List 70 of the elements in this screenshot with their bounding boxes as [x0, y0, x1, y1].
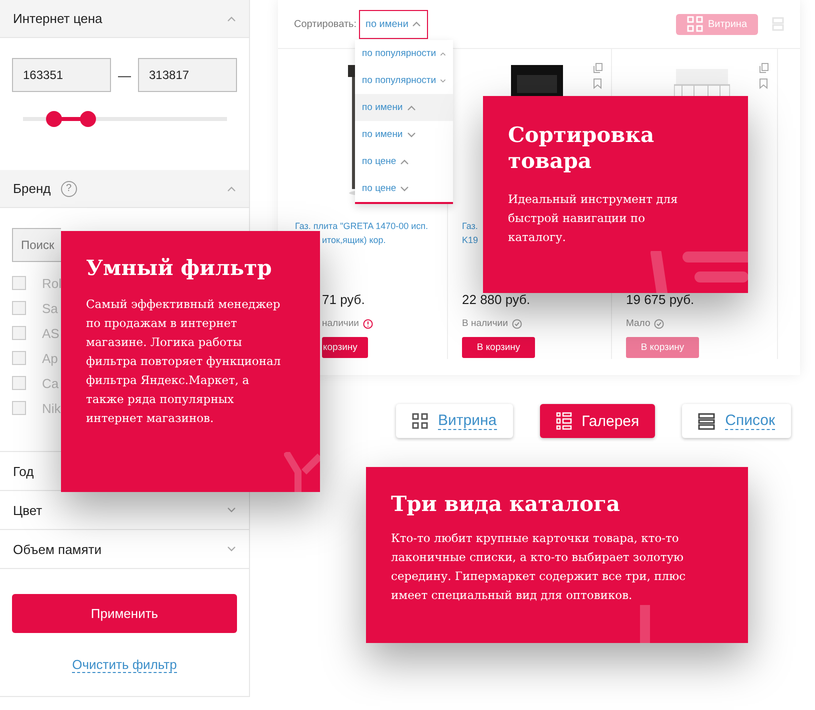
- brand-label: Sa: [42, 300, 58, 316]
- gallery-icon: [556, 412, 572, 430]
- card-title: Умный фильтр: [86, 255, 273, 281]
- price-from-field[interactable]: 163351: [12, 58, 111, 92]
- slider-thumb[interactable]: [80, 111, 96, 127]
- copy-icon[interactable]: [759, 63, 769, 73]
- checkbox[interactable]: [12, 301, 26, 315]
- showcase-button[interactable]: Витрина: [676, 14, 758, 34]
- product-name[interactable]: Газ. плита "GRETA 1470-00 исп.: [295, 221, 428, 231]
- product-price: 71 руб.: [322, 292, 365, 307]
- product-name[interactable]: Газ.: [462, 221, 478, 231]
- stock-status: В наличии: [462, 318, 508, 329]
- brand-label: Rol: [42, 276, 62, 290]
- card-title: Три вида каталога: [391, 491, 621, 517]
- stock-status: наличии: [322, 318, 359, 329]
- checkbox[interactable]: [12, 376, 26, 390]
- brand-label: AS: [42, 326, 60, 340]
- grid-icon: [412, 413, 428, 429]
- sort-option[interactable]: по имени: [355, 121, 453, 148]
- card-text: Идеальный инструмент для быстрой навигации по каталогу.: [508, 191, 679, 246]
- sort-option[interactable]: по имени: [355, 94, 453, 121]
- brand-label: Nik: [42, 400, 61, 416]
- brand-label: Ca: [42, 376, 59, 390]
- price-slider[interactable]: [23, 111, 227, 127]
- product-name[interactable]: иток,ящик) кор.: [322, 235, 386, 245]
- slider-thumb[interactable]: [46, 111, 62, 127]
- sort-dropdown[interactable]: по имени: [358, 10, 428, 38]
- card-title: Сортировка товара: [508, 122, 656, 174]
- card-text: Самый эффективный менеджер по продажам в интернет магазине. Логика работы фильтра повторяет функционал фильтра Яндекс.Маркет, а также ряда популярных интернет магазинов.: [86, 296, 281, 427]
- add-to-cart-button[interactable]: В корзину: [462, 337, 535, 358]
- section-title: Бренд: [13, 181, 51, 196]
- section-title[interactable]: Объем памяти: [13, 542, 102, 556]
- sort-option[interactable]: по цене: [355, 175, 453, 202]
- view-button[interactable]: Витрина: [396, 404, 513, 438]
- add-to-cart-button[interactable]: В корзину: [626, 337, 699, 358]
- sort-option[interactable]: по цене: [355, 148, 453, 175]
- list-icon: [698, 412, 716, 430]
- stock-status: Мало: [626, 318, 650, 329]
- sort-option[interactable]: по популярности: [355, 40, 453, 67]
- sort-option[interactable]: по популярности: [355, 67, 453, 94]
- checkbox[interactable]: [12, 326, 26, 340]
- section-title[interactable]: Цвет: [13, 502, 42, 518]
- copy-icon[interactable]: [593, 63, 603, 73]
- list-lines-icon: [648, 251, 748, 293]
- help-icon[interactable]: ?: [60, 180, 77, 196]
- clear-filter-link[interactable]: Очистить фильтр: [72, 657, 177, 673]
- section-header[interactable]: Бренд ?: [0, 170, 249, 208]
- card-text: Кто-то любит крупные карточки товара, кто-то лаконичные списки, а кто-то выбирает золотую середину. Гипермаркет содержит все три, плюс имеет специальный вид для оптовиков.: [391, 530, 687, 604]
- product-price: 19 675 руб.: [626, 292, 694, 307]
- price-to-field[interactable]: 313817: [138, 58, 237, 92]
- checkbox[interactable]: [12, 276, 26, 290]
- checkbox[interactable]: [12, 401, 26, 415]
- view-button[interactable]: Галерея: [540, 404, 656, 438]
- checkbox[interactable]: [12, 351, 26, 365]
- list-icon[interactable]: [772, 17, 784, 31]
- brand-label: Ap: [42, 350, 58, 366]
- search-field[interactable]: Поиск: [12, 228, 61, 262]
- section-header[interactable]: Интернет цена: [0, 0, 249, 38]
- view-button[interactable]: Список: [682, 404, 792, 438]
- product-price: 22 880 руб.: [462, 292, 530, 307]
- section-title: Интернет цена: [13, 11, 102, 26]
- sort-label: Сортировать:: [294, 18, 357, 30]
- product-name[interactable]: K19: [462, 235, 478, 245]
- bookmark-icon[interactable]: [759, 78, 768, 89]
- add-to-cart-button[interactable]: корзину: [322, 337, 368, 358]
- bookmark-icon[interactable]: [593, 78, 602, 89]
- grid-icon: [686, 16, 703, 32]
- section-title[interactable]: Год: [13, 464, 34, 478]
- apply-button[interactable]: Применить: [12, 594, 237, 633]
- dash: —: [117, 68, 132, 82]
